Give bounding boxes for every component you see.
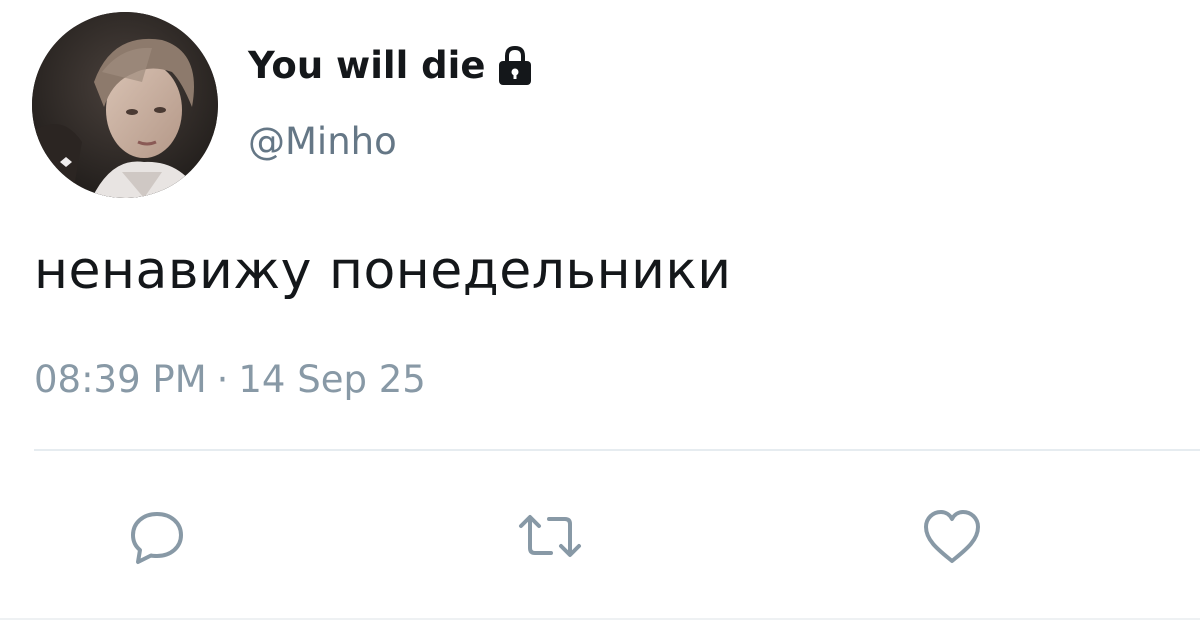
tweet-text: ненавижу понедельники xyxy=(34,241,732,301)
heart-icon xyxy=(924,510,980,563)
avatar-photo-icon xyxy=(32,12,218,198)
retweet-icon xyxy=(519,515,581,557)
user-handle[interactable]: @Minho xyxy=(248,118,397,166)
lock-icon xyxy=(495,45,535,87)
bottom-divider xyxy=(0,618,1200,620)
like-button[interactable] xyxy=(917,502,987,572)
meta-separator: · xyxy=(216,358,229,401)
display-name-row: You will die xyxy=(248,42,535,90)
display-name[interactable]: You will die xyxy=(248,42,485,90)
tweet-date: 14 Sep 25 xyxy=(238,358,426,401)
reply-icon xyxy=(131,512,183,564)
tweet-time: 08:39 PM xyxy=(34,358,207,401)
retweet-button[interactable] xyxy=(515,502,585,572)
avatar[interactable] xyxy=(32,12,218,198)
divider xyxy=(34,449,1200,451)
reply-button[interactable] xyxy=(122,502,192,572)
tweet-card: You will die @Minho ненавижу понедельник… xyxy=(0,0,1200,633)
tweet-timestamp[interactable]: 08:39 PM · 14 Sep 25 xyxy=(34,356,426,404)
